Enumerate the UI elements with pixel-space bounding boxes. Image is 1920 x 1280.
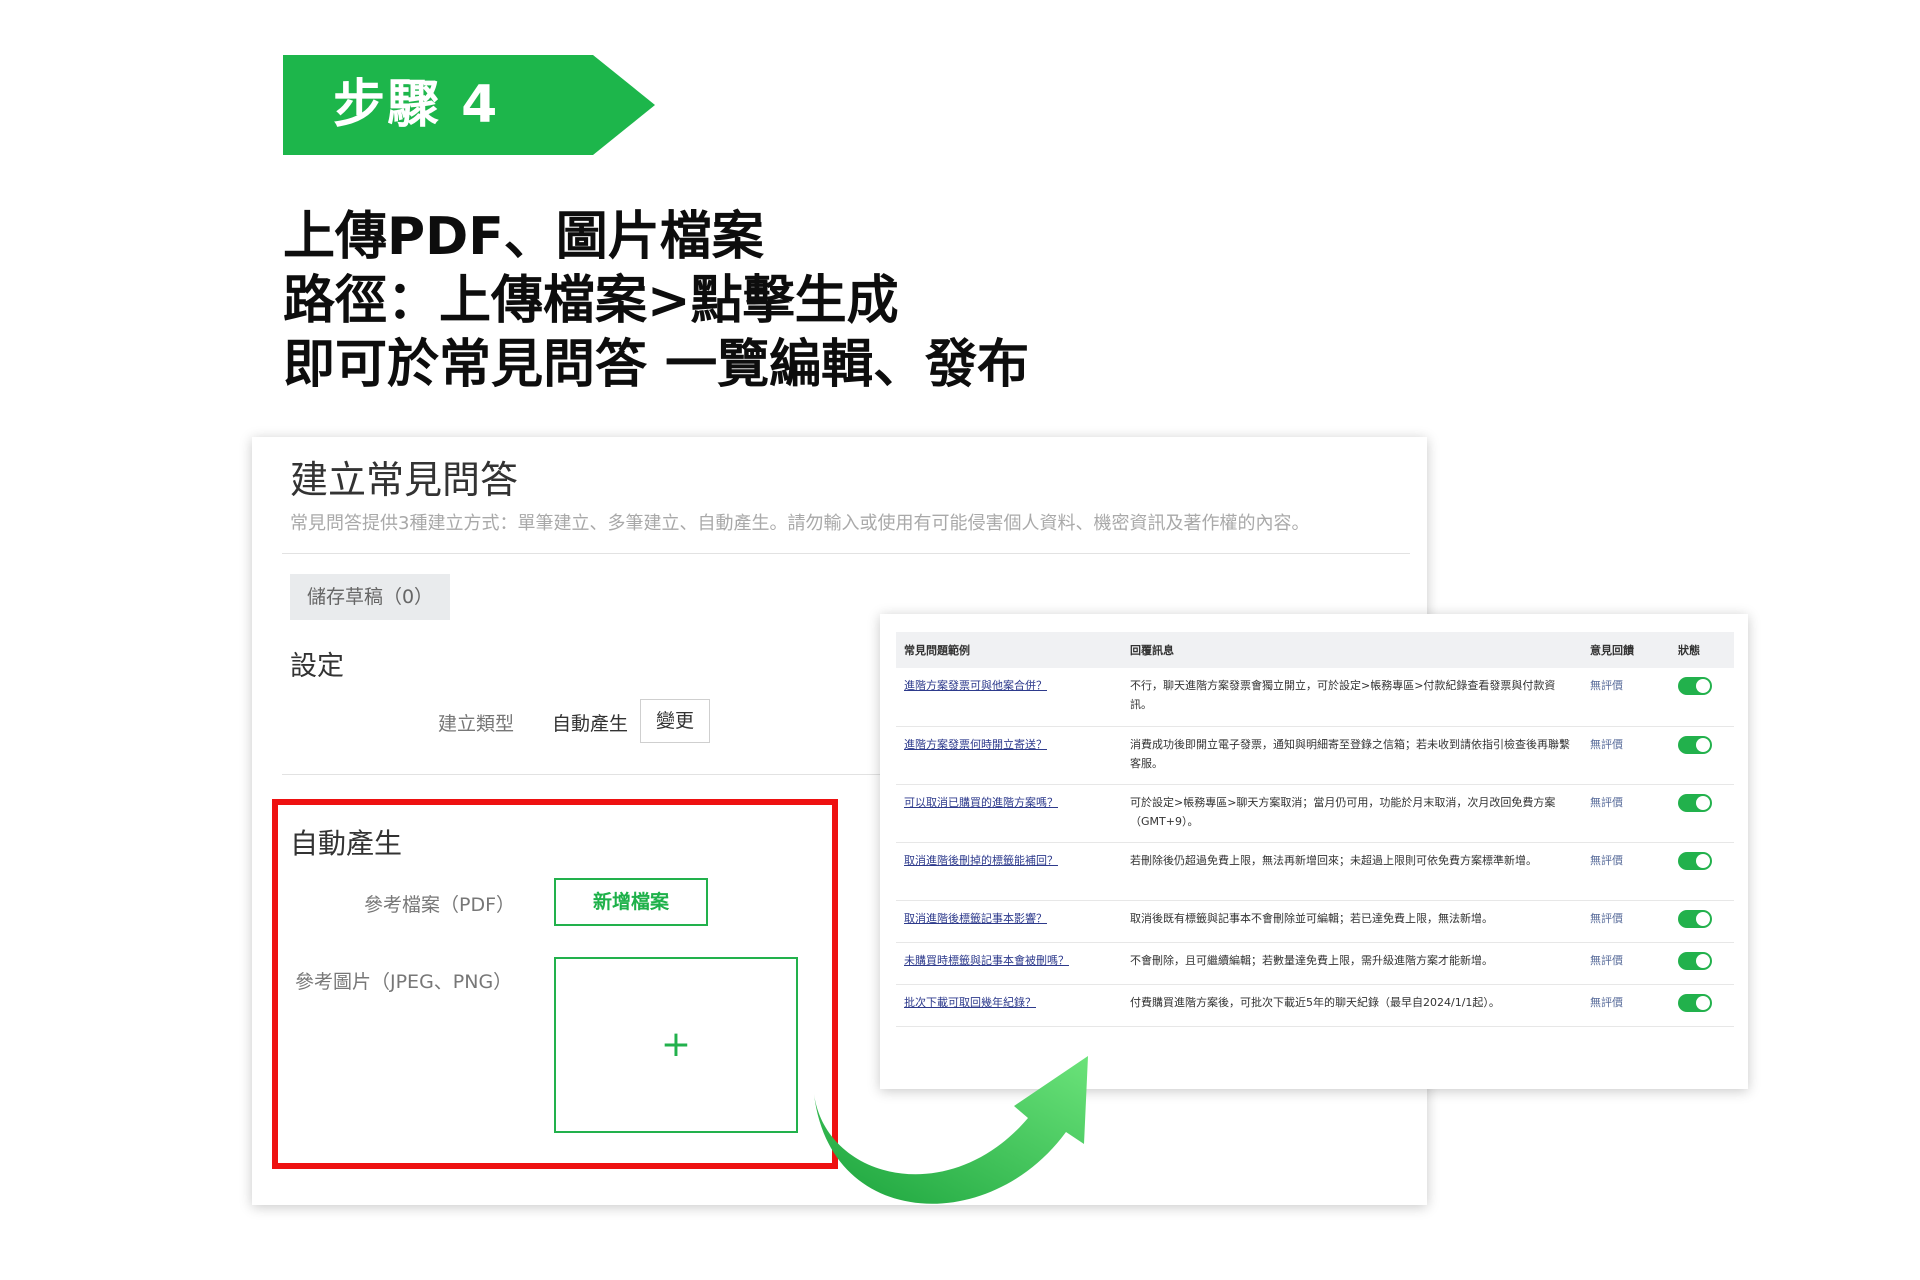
faq-answer: 不行，聊天進階方案發票會獨立開立，可於設定>帳務專區>付款紀錄查看發票與付款資訊… <box>1122 668 1582 727</box>
feedback-value: 無評價 <box>1590 953 1623 967</box>
toggle-knob <box>1696 795 1710 810</box>
plus-icon: + <box>660 1024 692 1065</box>
toggle-knob <box>1696 953 1710 968</box>
faq-question-link[interactable]: 取消進階後刪掉的標籤能補回？ <box>904 854 1058 867</box>
toggle-knob <box>1696 737 1710 752</box>
step-label: 步驟 4 <box>333 75 500 135</box>
save-draft-button[interactable]: 儲存草稿（0） <box>290 574 450 620</box>
faq-question-link[interactable]: 取消進階後標籤記事本影響？ <box>904 912 1047 925</box>
table-row: 取消進階後標籤記事本影響？ 取消後既有標籤與記事本不會刪除並可編輯；若已達免費上… <box>896 900 1734 943</box>
settings-title: 設定 <box>290 651 344 682</box>
faq-answer: 可於設定>帳務專區>聊天方案取消；當月仍可用，功能於月末取消，次月改回免費方案（… <box>1122 784 1582 843</box>
page-title: 建立常見問答 <box>290 458 519 502</box>
create-type-value: 自動產生 <box>552 713 629 735</box>
table-row: 未購買時標籤與記事本會被刪嗎？ 不會刪除，且可繼續編輯；若數量達免費上限，需升級… <box>896 942 1734 985</box>
faq-answer: 取消後既有標籤與記事本不會刪除並可編輯；若已達免費上限，無法新增。 <box>1122 900 1582 943</box>
status-toggle[interactable] <box>1678 993 1712 1012</box>
faq-answer: 付費購買進階方案後，可批次下載近5年的聊天紀錄（最早自2024/1/1起）。 <box>1122 984 1582 1027</box>
headline-line-1: 上傳PDF、圖片檔案 <box>283 207 764 267</box>
status-toggle[interactable] <box>1678 851 1712 870</box>
headline-line-2: 路徑：上傳檔案>點擊生成 <box>283 271 899 331</box>
table-row: 批次下載可取回幾年紀錄？ 付費購買進階方案後，可批次下載近5年的聊天紀錄（最早自… <box>896 984 1734 1027</box>
faq-answer: 消費成功後即開立電子發票，通知與明細寄至登錄之信箱；若未收到請依指引檢查後再聯繫… <box>1122 726 1582 785</box>
image-file-label: 參考圖片（JPEG、PNG） <box>295 971 513 993</box>
faq-question-link[interactable]: 進階方案發票可與他案合併？ <box>904 679 1047 692</box>
toggle-knob <box>1696 995 1710 1010</box>
faq-question-link[interactable]: 進階方案發票何時開立寄送？ <box>904 738 1047 751</box>
toggle-knob <box>1696 911 1710 926</box>
table-row: 取消進階後刪掉的標籤能補回？ 若刪除後仍超過免費上限，無法再新增回來；未超過上限… <box>896 842 1734 901</box>
header-answer: 回覆訊息 <box>1122 632 1582 668</box>
faq-answer: 若刪除後仍超過免費上限，無法再新增回來；未超過上限則可依免費方案標準新增。 <box>1122 842 1582 901</box>
curved-arrow-icon <box>814 1056 1088 1204</box>
page-description: 常見問答提供3種建立方式：單筆建立、多筆建立、自動產生。請勿輸入或使用有可能侵害… <box>290 513 1310 534</box>
image-upload-dropzone[interactable]: + <box>554 957 798 1133</box>
auto-generate-title: 自動產生 <box>290 827 403 860</box>
feedback-value: 無評價 <box>1590 911 1623 925</box>
table-row: 可以取消已購買的進階方案嗎？ 可於設定>帳務專區>聊天方案取消；當月仍可用，功能… <box>896 784 1734 843</box>
table-header-row: 常見問題範例 回覆訊息 意見回饋 狀態 <box>896 632 1734 668</box>
faq-list-panel: 常見問題範例 回覆訊息 意見回饋 狀態 進階方案發票可與他案合併？ 不行，聊天進… <box>880 614 1748 1089</box>
faq-table: 常見問題範例 回覆訊息 意見回饋 狀態 進階方案發票可與他案合併？ 不行，聊天進… <box>896 632 1734 1027</box>
status-toggle[interactable] <box>1678 909 1712 928</box>
faq-question-link[interactable]: 未購買時標籤與記事本會被刪嗎？ <box>904 954 1069 967</box>
divider <box>282 553 1410 554</box>
table-row: 進階方案發票可與他案合併？ 不行，聊天進階方案發票會獨立開立，可於設定>帳務專區… <box>896 668 1734 727</box>
feedback-value: 無評價 <box>1590 853 1623 867</box>
add-file-button[interactable]: 新增檔案 <box>554 878 708 926</box>
pdf-file-label: 參考檔案（PDF） <box>364 894 516 916</box>
faq-question-link[interactable]: 批次下載可取回幾年紀錄？ <box>904 996 1036 1009</box>
header-status: 狀態 <box>1670 632 1734 668</box>
status-toggle[interactable] <box>1678 951 1712 970</box>
change-type-button[interactable]: 變更 <box>640 699 710 743</box>
status-toggle[interactable] <box>1678 793 1712 812</box>
headline: 上傳PDF、圖片檔案 路徑：上傳檔案>點擊生成 即可於常見問答 一覽編輯、發布 <box>283 205 1029 397</box>
header-feedback: 意見回饋 <box>1582 632 1670 668</box>
feedback-value: 無評價 <box>1590 995 1623 1009</box>
status-toggle[interactable] <box>1678 735 1712 754</box>
feedback-value: 無評價 <box>1590 795 1623 809</box>
create-type-label: 建立類型 <box>438 713 515 735</box>
faq-question-link[interactable]: 可以取消已購買的進階方案嗎？ <box>904 796 1058 809</box>
header-question: 常見問題範例 <box>896 632 1122 668</box>
status-toggle[interactable] <box>1678 677 1712 695</box>
faq-answer: 不會刪除，且可繼續編輯；若數量達免費上限，需升級進階方案才能新增。 <box>1122 942 1582 985</box>
feedback-value: 無評價 <box>1590 679 1623 692</box>
table-row: 進階方案發票何時開立寄送？ 消費成功後即開立電子發票，通知與明細寄至登錄之信箱；… <box>896 726 1734 785</box>
toggle-knob <box>1696 679 1710 693</box>
toggle-knob <box>1696 853 1710 868</box>
step-banner: 步驟 4 <box>283 55 655 155</box>
feedback-value: 無評價 <box>1590 737 1623 751</box>
headline-line-3: 即可於常見問答 一覽編輯、發布 <box>283 335 1030 395</box>
